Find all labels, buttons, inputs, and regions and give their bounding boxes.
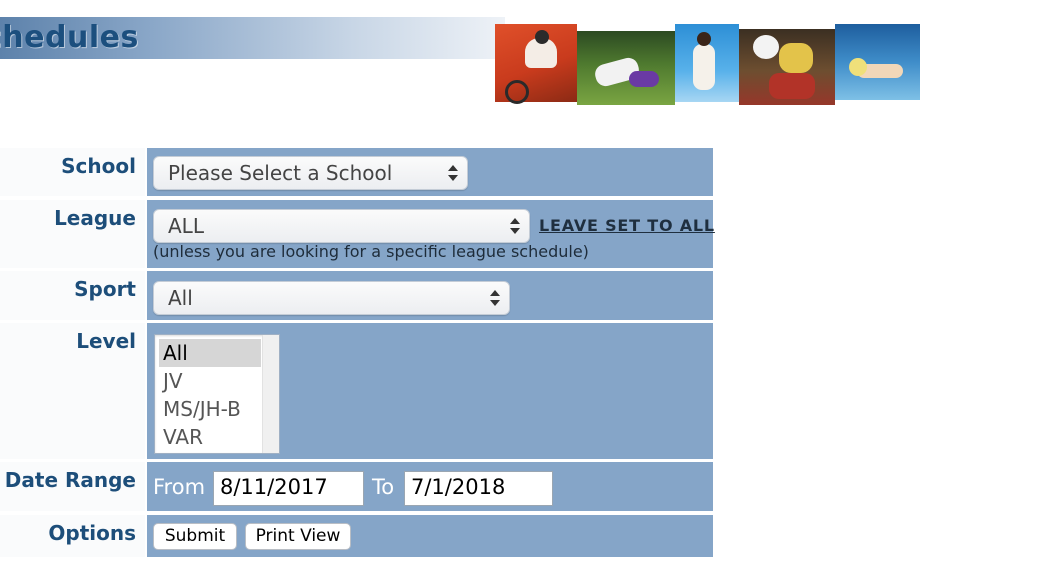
options-row: Options Submit Print View — [0, 515, 713, 557]
league-row: League ALL LEAVE SET TO ALL (unless you … — [0, 200, 715, 268]
print-view-button[interactable]: Print View — [245, 523, 351, 550]
school-label: School — [61, 154, 136, 178]
submit-button[interactable]: Submit — [153, 523, 237, 550]
sport-label: Sport — [74, 277, 136, 301]
updown-arrows-icon — [509, 216, 521, 238]
sport-row: Sport All — [0, 271, 713, 320]
from-label: From — [153, 475, 206, 499]
level-option[interactable]: JV — [159, 367, 261, 395]
updown-arrows-icon — [489, 288, 501, 310]
school-select-value: Please Select a School — [168, 161, 393, 185]
date-range-row: Date Range From 8/11/2017 To 7/1/2018 — [0, 462, 713, 511]
school-select[interactable]: Please Select a School — [153, 156, 468, 190]
sport-select-value: All — [168, 286, 193, 310]
to-label: To — [372, 475, 395, 499]
date-range-label: Date Range — [4, 468, 136, 492]
soccer-photo — [577, 31, 675, 105]
level-label: Level — [76, 329, 136, 353]
to-date-input[interactable]: 7/1/2018 — [404, 471, 553, 506]
level-option[interactable]: All — [159, 339, 261, 367]
options-label: Options — [48, 521, 136, 545]
swimming-photo — [835, 24, 920, 100]
sports-photo-strip — [495, 24, 920, 105]
level-listbox[interactable]: All JV MS/JH-B VAR — [154, 334, 280, 454]
listbox-scrollbar[interactable] — [262, 335, 279, 453]
football-photo — [739, 29, 835, 105]
school-row: School Please Select a School — [0, 148, 713, 196]
league-select-value: ALL — [168, 214, 204, 238]
league-select[interactable]: ALL — [153, 209, 530, 243]
tennis-photo — [495, 24, 577, 104]
league-hint: (unless you are looking for a specific l… — [153, 242, 589, 261]
level-option[interactable]: VAR — [159, 423, 261, 451]
track-photo — [675, 24, 739, 102]
league-label: League — [54, 206, 136, 230]
level-option[interactable]: MS/JH-B — [159, 395, 261, 423]
from-date-input[interactable]: 8/11/2017 — [213, 471, 364, 506]
sport-select[interactable]: All — [153, 281, 510, 315]
updown-arrows-icon — [447, 163, 459, 185]
level-row: Level All JV MS/JH-B VAR — [0, 323, 713, 459]
page-title: chedules — [0, 20, 139, 55]
leave-set-to-all-link[interactable]: LEAVE SET TO ALL — [539, 216, 715, 235]
